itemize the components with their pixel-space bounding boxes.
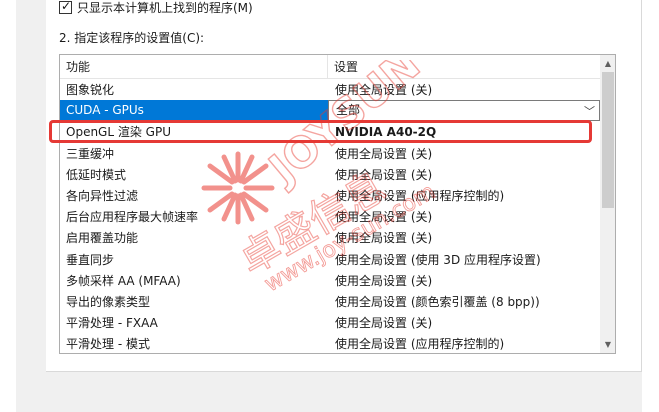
- table-row[interactable]: 启用覆盖功能 使用全局设置 (关): [60, 227, 600, 248]
- table-row[interactable]: 导出的像素类型 使用全局设置 (颜色索引覆盖 (8 bpp)): [60, 291, 600, 312]
- feature-name: 平滑处理 - FXAA: [66, 316, 158, 331]
- table-row[interactable]: 各向异性过滤 使用全局设置 (应用程序控制的): [60, 185, 600, 206]
- feature-name: 启用覆盖功能: [66, 231, 139, 246]
- vertical-scrollbar[interactable]: ▲ ▼: [600, 55, 615, 353]
- right-background: [642, 0, 659, 412]
- column-header-setting[interactable]: 设置: [328, 55, 600, 79]
- feature-name: 三重缓冲: [66, 146, 115, 161]
- setting-value: 使用全局设置 (关): [335, 210, 433, 225]
- table-row-selected[interactable]: CUDA - GPUs 全部 ﹀: [60, 100, 600, 122]
- program-settings-list[interactable]: 功能 设置 图象锐化 使用全局设置 (关) CUDA - GPUs 全部 ﹀ O…: [59, 54, 616, 354]
- list-header: 功能 设置: [60, 55, 600, 79]
- table-row[interactable]: 低延时模式 使用全局设置 (关): [60, 164, 600, 185]
- show-local-programs-label: 只显示本计算机上找到的程序(M): [77, 0, 253, 15]
- table-row[interactable]: 垂直同步 使用全局设置 (使用 3D 应用程序设置): [60, 249, 600, 270]
- highlight-annotation-box: [49, 120, 592, 143]
- left-background: [0, 0, 16, 412]
- show-local-programs-checkbox[interactable]: ✓: [59, 0, 72, 14]
- show-local-programs-option[interactable]: ✓ 只显示本计算机上找到的程序(M): [59, 0, 253, 15]
- setting-value: 使用全局设置 (使用 3D 应用程序设置): [335, 252, 541, 267]
- feature-name: 平滑处理 - 模式: [66, 337, 150, 352]
- setting-value: 使用全局设置 (关): [335, 231, 433, 246]
- feature-name: 后台应用程序最大帧速率: [66, 210, 199, 225]
- setting-dropdown-value: 全部: [336, 103, 361, 118]
- setting-dropdown[interactable]: 全部 ﹀: [328, 100, 600, 122]
- feature-name: 图象锐化: [66, 83, 115, 98]
- setting-value: 使用全局设置 (应用程序控制的): [335, 337, 505, 352]
- checkmark-icon: ✓: [60, 0, 72, 13]
- table-row[interactable]: 平滑处理 - 模式 使用全局设置 (应用程序控制的): [60, 333, 600, 353]
- feature-name: 多帧采样 AA (MFAA): [66, 273, 181, 288]
- setting-value: 使用全局设置 (颜色索引覆盖 (8 bpp)): [335, 294, 540, 309]
- table-row[interactable]: 多帧采样 AA (MFAA) 使用全局设置 (关): [60, 270, 600, 291]
- table-row[interactable]: 平滑处理 - FXAA 使用全局设置 (关): [60, 312, 600, 333]
- setting-value: 使用全局设置 (关): [335, 167, 433, 182]
- setting-value: 使用全局设置 (关): [335, 316, 433, 331]
- feature-name: 各向异性过滤: [66, 189, 139, 204]
- column-header-feature[interactable]: 功能: [60, 55, 328, 79]
- feature-name: 低延时模式: [66, 167, 127, 182]
- setting-value: 使用全局设置 (关): [335, 273, 433, 288]
- chevron-down-icon[interactable]: ﹀: [584, 102, 595, 120]
- scroll-up-arrow-icon[interactable]: ▲: [600, 55, 615, 72]
- table-row[interactable]: 三重缓冲 使用全局设置 (关): [60, 143, 600, 164]
- scroll-down-arrow-icon[interactable]: ▼: [600, 336, 615, 353]
- feature-name: 导出的像素类型: [66, 294, 151, 309]
- setting-value: 使用全局设置 (关): [335, 146, 433, 161]
- table-row[interactable]: 后台应用程序最大帧速率 使用全局设置 (关): [60, 206, 600, 227]
- program-settings-heading: 2. 指定该程序的设置值(C):: [59, 31, 205, 45]
- setting-value: 使用全局设置 (关): [335, 83, 433, 98]
- scrollbar-thumb[interactable]: [602, 72, 614, 208]
- table-row[interactable]: 图象锐化 使用全局设置 (关): [60, 79, 600, 100]
- setting-value: 使用全局设置 (应用程序控制的): [335, 189, 505, 204]
- feature-name: CUDA - GPUs: [60, 100, 328, 122]
- feature-name: 垂直同步: [66, 252, 115, 267]
